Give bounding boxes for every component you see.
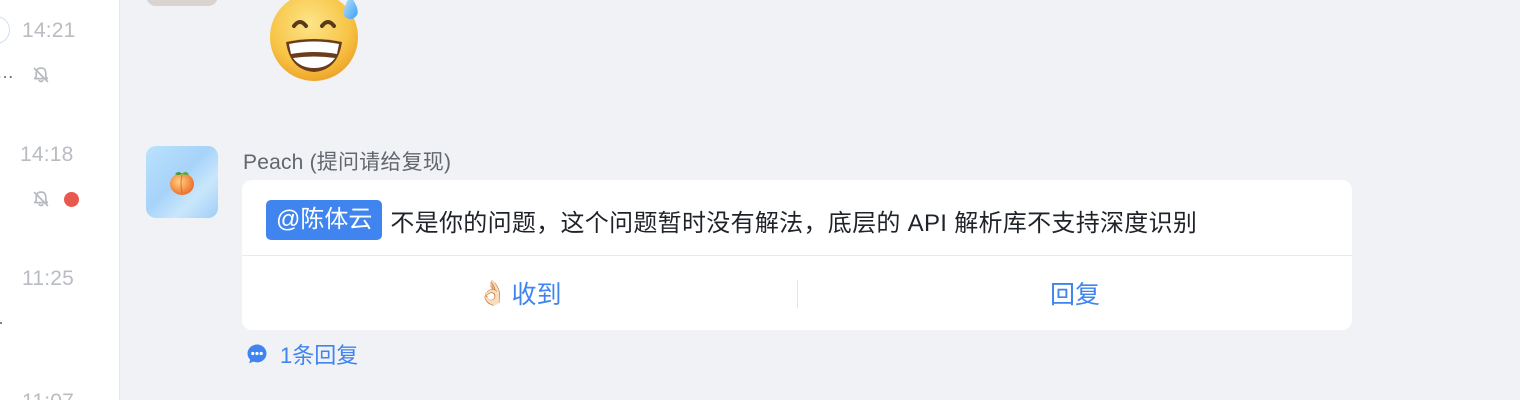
- sender-name[interactable]: Peach (提问请给复现): [243, 146, 451, 176]
- conversation-list[interactable]: 14:21 … 14:18 11:25 · 11:07: [0, 0, 120, 400]
- message-content: @陈体云 不是你的问题，这个问题暂时没有解法，底层的 API 解析库不支持深度识…: [266, 199, 1197, 241]
- acknowledge-label: 收到: [511, 281, 562, 309]
- mute-bell-icon: [33, 191, 49, 207]
- mute-bell-icon: [33, 67, 49, 83]
- status-ring-icon: [0, 16, 10, 44]
- message-actions: 👌🏻 收到 回复: [242, 256, 1352, 330]
- mention-tag[interactable]: @陈体云: [266, 200, 383, 240]
- message-bubble: @陈体云 不是你的问题，这个问题暂时没有解法，底层的 API 解析库不支持深度识…: [242, 180, 1352, 330]
- app-root: 14:21 … 14:18 11:25 · 11:07: [0, 0, 1520, 400]
- reply-label: 回复: [1049, 281, 1100, 309]
- acknowledge-button[interactable]: 👌🏻 收到: [242, 256, 797, 330]
- reply-button[interactable]: 回复: [798, 256, 1352, 330]
- thread-replies-link[interactable]: 1条回复: [246, 340, 358, 368]
- conversation-time: 11:25: [22, 267, 74, 290]
- peach-icon: [170, 172, 194, 195]
- message-text: 不是你的问题，这个问题暂时没有解法，底层的 API 解析库不支持深度识别: [390, 209, 1198, 237]
- sender-avatar[interactable]: [146, 146, 218, 218]
- ok-hand-icon: 👌🏻: [477, 279, 508, 307]
- conversation-preview: ·: [0, 312, 4, 333]
- unread-dot: [64, 192, 79, 207]
- grinning-face-with-sweat-icon: [270, 0, 358, 81]
- chat-bubble-icon: [247, 344, 267, 364]
- conversation-time: 14:21: [22, 19, 76, 42]
- conversation-time: 11:07: [22, 390, 74, 400]
- thread-replies-label: 1条回复: [280, 343, 359, 368]
- conversation-time: 14:18: [20, 143, 74, 166]
- conversation-preview: …: [0, 62, 14, 83]
- previous-sender-avatar[interactable]: [146, 0, 218, 6]
